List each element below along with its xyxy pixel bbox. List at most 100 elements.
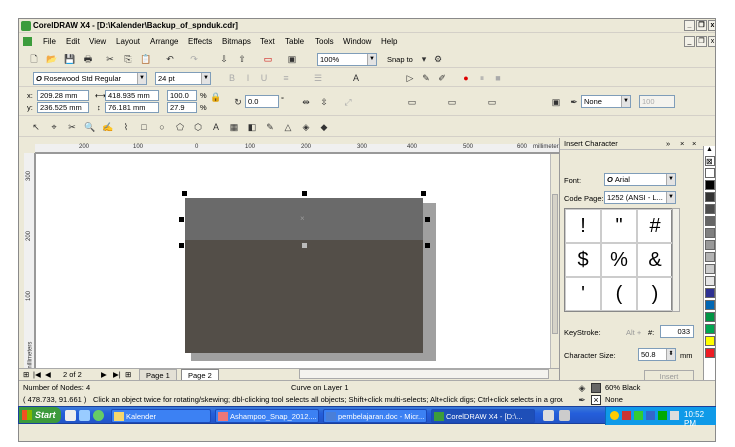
rectangle-tool-icon[interactable]: □: [137, 120, 151, 134]
scale-y-field[interactable]: 27.9: [167, 102, 197, 113]
color-swatch[interactable]: [705, 252, 715, 262]
menu-arrange[interactable]: Arrange: [150, 34, 178, 49]
export-icon[interactable]: ⇧: [235, 52, 249, 66]
corner-radius-field[interactable]: 100: [639, 95, 675, 108]
text-tool-icon[interactable]: A: [209, 120, 223, 134]
quick-launch-icon[interactable]: [65, 410, 76, 421]
color-swatch[interactable]: [705, 264, 715, 274]
new-icon[interactable]: 🗋: [27, 52, 41, 66]
menu-table[interactable]: Table: [285, 34, 304, 49]
doc-minimize-button[interactable]: _: [684, 36, 695, 47]
table-tool-icon[interactable]: ▦: [227, 120, 241, 134]
char-cell[interactable]: #: [637, 209, 673, 243]
underline-icon[interactable]: U: [257, 71, 271, 85]
print-icon[interactable]: 🖶: [81, 52, 95, 66]
char-cell[interactable]: ": [601, 209, 637, 243]
character-grid-scrollbar[interactable]: [672, 208, 680, 312]
first-page-icon[interactable]: |◀: [33, 369, 41, 380]
tray-icon[interactable]: [658, 411, 667, 420]
cut-icon[interactable]: ✂: [103, 52, 117, 66]
smart-fill-tool-icon[interactable]: ⌇: [119, 120, 133, 134]
page-add-icon[interactable]: ⊞: [125, 369, 131, 380]
color-swatch[interactable]: [705, 312, 715, 322]
tray-icon[interactable]: [670, 411, 679, 420]
bold-icon[interactable]: B: [225, 71, 239, 85]
task-coreldraw[interactable]: CorelDRAW X4 - [D:\...: [431, 409, 535, 423]
char-cell[interactable]: ': [565, 277, 601, 311]
quick-launch-icon[interactable]: [79, 410, 90, 421]
stop-icon[interactable]: ■: [491, 71, 505, 85]
tray-extra-icon[interactable]: [559, 410, 570, 421]
import-icon[interactable]: ⇩: [217, 52, 231, 66]
mirror-horizontal-icon[interactable]: ⇹: [299, 95, 313, 109]
height-field[interactable]: 76.181 mm: [105, 102, 159, 113]
edit-icon[interactable]: ✎: [419, 71, 433, 85]
color-swatch[interactable]: [705, 204, 715, 214]
no-color-swatch[interactable]: ⊠: [705, 156, 715, 166]
polygon-tool-icon[interactable]: ⬠: [173, 120, 187, 134]
task-ashampoo[interactable]: Ashampoo_Snap_2012....: [215, 409, 319, 423]
redo-icon[interactable]: ↷: [187, 52, 201, 66]
doc-close-button[interactable]: x: [708, 36, 715, 47]
pause-icon[interactable]: ⏸: [475, 71, 489, 85]
wrap-icon[interactable]: ⤢: [341, 95, 355, 109]
menu-window[interactable]: Window: [343, 34, 371, 49]
page-add-icon[interactable]: ⊞: [23, 369, 29, 380]
tray-extra-icon[interactable]: [543, 410, 554, 421]
copy-icon[interactable]: ⎘: [121, 52, 135, 66]
tray-icon[interactable]: [610, 411, 619, 420]
x-position-field[interactable]: 209.28 mm: [37, 90, 89, 101]
pen-icon[interactable]: ✐: [435, 71, 449, 85]
docker-expand-icon[interactable]: »: [666, 138, 670, 150]
outline-width-dropdown[interactable]: None ▼: [581, 95, 631, 108]
char-cell[interactable]: %: [601, 243, 637, 277]
tray-icon[interactable]: [646, 411, 655, 420]
code-page-dropdown[interactable]: 1252 (ANSI - L... ▼: [604, 191, 676, 204]
basic-shapes-tool-icon[interactable]: ⬡: [191, 120, 205, 134]
zoom-tool-icon[interactable]: 🔍: [83, 120, 97, 134]
play-icon[interactable]: ▷: [403, 71, 417, 85]
pick-tool-icon[interactable]: ↖: [29, 120, 43, 134]
horizontal-ruler[interactable]: 200 100 0 100 200 300 400 500 600 millim…: [35, 144, 562, 153]
scrollbar-thumb[interactable]: [552, 194, 558, 334]
color-swatch[interactable]: [705, 216, 715, 226]
paste-icon[interactable]: 📋: [139, 52, 153, 66]
char-cell[interactable]: &: [637, 243, 673, 277]
menu-layout[interactable]: Layout: [116, 34, 140, 49]
menu-help[interactable]: Help: [381, 34, 397, 49]
freehand-tool-icon[interactable]: ✍: [101, 120, 115, 134]
lock-ratio-icon[interactable]: 🔒: [209, 90, 223, 104]
task-kalender[interactable]: Kalender: [111, 409, 211, 423]
ellipse-tool-icon[interactable]: ○: [155, 120, 169, 134]
color-swatch[interactable]: [705, 168, 715, 178]
color-swatch[interactable]: [705, 180, 715, 190]
color-swatch[interactable]: [705, 288, 715, 298]
rectangle-shape-icon[interactable]: ▭: [485, 95, 499, 109]
tray-icon[interactable]: [622, 411, 631, 420]
bullet-icon[interactable]: ☰: [311, 71, 325, 85]
to-curve-icon[interactable]: ▣: [549, 95, 563, 109]
options-icon[interactable]: ⚙: [431, 52, 445, 66]
zoom-level-dropdown[interactable]: 100% ▼: [317, 53, 377, 66]
selection-handle[interactable]: [421, 191, 426, 196]
welcome-screen-icon[interactable]: ▣: [285, 52, 299, 66]
mirror-vertical-icon[interactable]: ⇳: [317, 95, 331, 109]
y-position-field[interactable]: 236.525 mm: [37, 102, 89, 113]
color-swatch[interactable]: [705, 324, 715, 334]
horizontal-scrollbar[interactable]: [299, 369, 549, 379]
selection-handle[interactable]: [425, 217, 430, 222]
char-cell[interactable]: ): [637, 277, 673, 311]
selection-handle[interactable]: [302, 191, 307, 196]
keystroke-field[interactable]: 033: [660, 325, 694, 338]
vertical-ruler[interactable]: 300 200 100 millimeters: [24, 153, 35, 380]
italic-icon[interactable]: I: [241, 71, 255, 85]
interactive-tool-icon[interactable]: ◧: [245, 120, 259, 134]
menu-edit[interactable]: Edit: [66, 34, 80, 49]
selection-handle[interactable]: [425, 243, 430, 248]
save-icon[interactable]: 💾: [63, 52, 77, 66]
color-swatch[interactable]: [705, 192, 715, 202]
rectangle-shape-icon[interactable]: ▭: [405, 95, 419, 109]
crop-tool-icon[interactable]: ✂: [65, 120, 79, 134]
char-size-field[interactable]: 50.8 ⬍: [638, 348, 676, 361]
menu-effects[interactable]: Effects: [188, 34, 212, 49]
